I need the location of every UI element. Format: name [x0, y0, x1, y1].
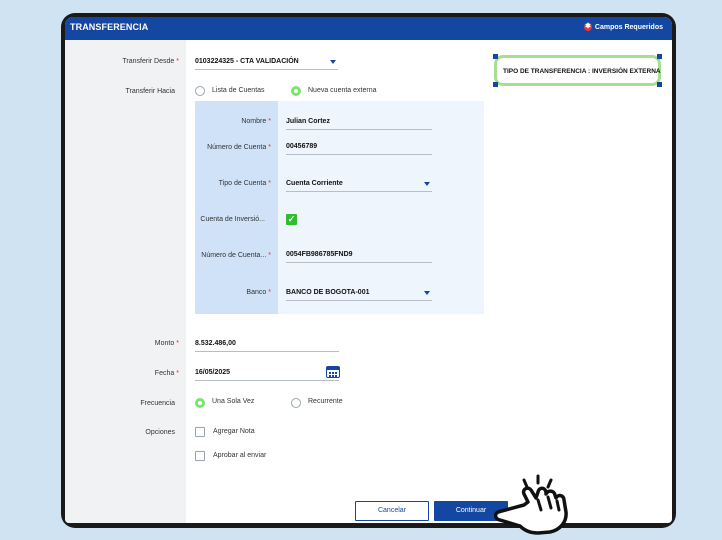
corner-handle — [493, 82, 498, 87]
external-labels-panel — [195, 101, 278, 314]
radio-lista-cuentas-label: Lista de Cuentas — [212, 87, 265, 94]
chevron-down-icon — [330, 60, 336, 64]
cancel-button[interactable]: Cancelar — [355, 501, 429, 521]
radio-una-sola-vez[interactable] — [195, 398, 205, 408]
cuenta-inversion-label: Cuenta de Inversió... — [200, 216, 265, 223]
desde-select[interactable]: 0103224325 - CTA VALIDACIÓN — [195, 58, 338, 70]
opciones-label: Opciones — [145, 429, 175, 436]
transfer-screen: TRANSFERENCIA ✱ Campos Requeridos Transf… — [65, 17, 672, 523]
label-column — [65, 40, 186, 523]
radio-nueva-cuenta-label: Nueva cuenta externa — [308, 87, 377, 94]
corner-handle — [493, 54, 498, 59]
external-fields-panel — [278, 101, 484, 314]
frecuencia-label: Frecuencia — [140, 400, 175, 407]
monto-input[interactable]: 8.532.486,00 — [195, 340, 339, 352]
fecha-input[interactable]: 16/05/2025 — [195, 369, 339, 381]
fecha-label: Fecha * — [154, 370, 179, 377]
calendar-icon[interactable] — [326, 366, 340, 378]
page-title: TRANSFERENCIA — [70, 22, 149, 32]
numero-cuenta-input[interactable]: 00456789 — [286, 143, 432, 155]
monto-label: Monto * — [154, 340, 179, 347]
nombre-input[interactable]: Julian Cortez — [286, 118, 432, 130]
tipo-cuenta-select[interactable]: Cuenta Corriente — [286, 180, 432, 192]
cuenta-inversion-checkbox[interactable]: ✓ — [286, 214, 297, 225]
aprobar-enviar-label: Aprobar al enviar — [213, 452, 267, 459]
numero-cuenta-label: Número de Cuenta * — [207, 144, 271, 151]
radio-nueva-cuenta[interactable] — [291, 86, 301, 96]
tipo-cuenta-value: Cuenta Corriente — [286, 180, 343, 187]
tipo-cuenta-label: Tipo de Cuenta * — [218, 180, 271, 187]
chevron-down-icon — [424, 182, 430, 186]
numero-cuenta2-input[interactable]: 0054FB986785FND9 — [286, 251, 432, 263]
desde-label: Transferir Desde * — [122, 58, 179, 65]
aprobar-enviar-checkbox[interactable] — [195, 451, 205, 461]
radio-recurrente[interactable] — [291, 398, 301, 408]
hacia-label: Transferir Hacia — [125, 88, 175, 95]
required-fields-note: ✱ Campos Requeridos — [583, 23, 663, 31]
agregar-nota-label: Agregar Nota — [213, 428, 255, 435]
banco-select[interactable]: BANCO DE BOGOTA-001 — [286, 289, 432, 301]
hand-pointer-icon — [494, 474, 568, 535]
numero-cuenta2-label: Número de Cuenta... * — [201, 252, 271, 259]
corner-handle — [657, 82, 662, 87]
chevron-down-icon — [424, 291, 430, 295]
desde-value: 0103224325 - CTA VALIDACIÓN — [195, 58, 299, 65]
radio-recurrente-label: Recurrente — [308, 398, 343, 405]
corner-handle — [657, 54, 662, 59]
title-bar: TRANSFERENCIA ✱ Campos Requeridos — [65, 17, 672, 40]
required-icon: ✱ — [583, 23, 592, 31]
agregar-nota-checkbox[interactable] — [195, 427, 205, 437]
radio-lista-cuentas[interactable] — [195, 86, 205, 96]
banco-label: Banco * — [246, 289, 271, 296]
nombre-label: Nombre * — [241, 118, 271, 125]
tipo-transferencia-text: TIPO DE TRANSFERENCIA : INVERSIÓN EXTERN… — [503, 68, 661, 75]
tipo-transferencia-box: TIPO DE TRANSFERENCIA : INVERSIÓN EXTERN… — [493, 54, 662, 87]
banco-value: BANCO DE BOGOTA-001 — [286, 289, 370, 296]
required-label: Campos Requeridos — [594, 23, 663, 31]
radio-una-sola-vez-label: Una Sola Vez — [212, 398, 255, 405]
